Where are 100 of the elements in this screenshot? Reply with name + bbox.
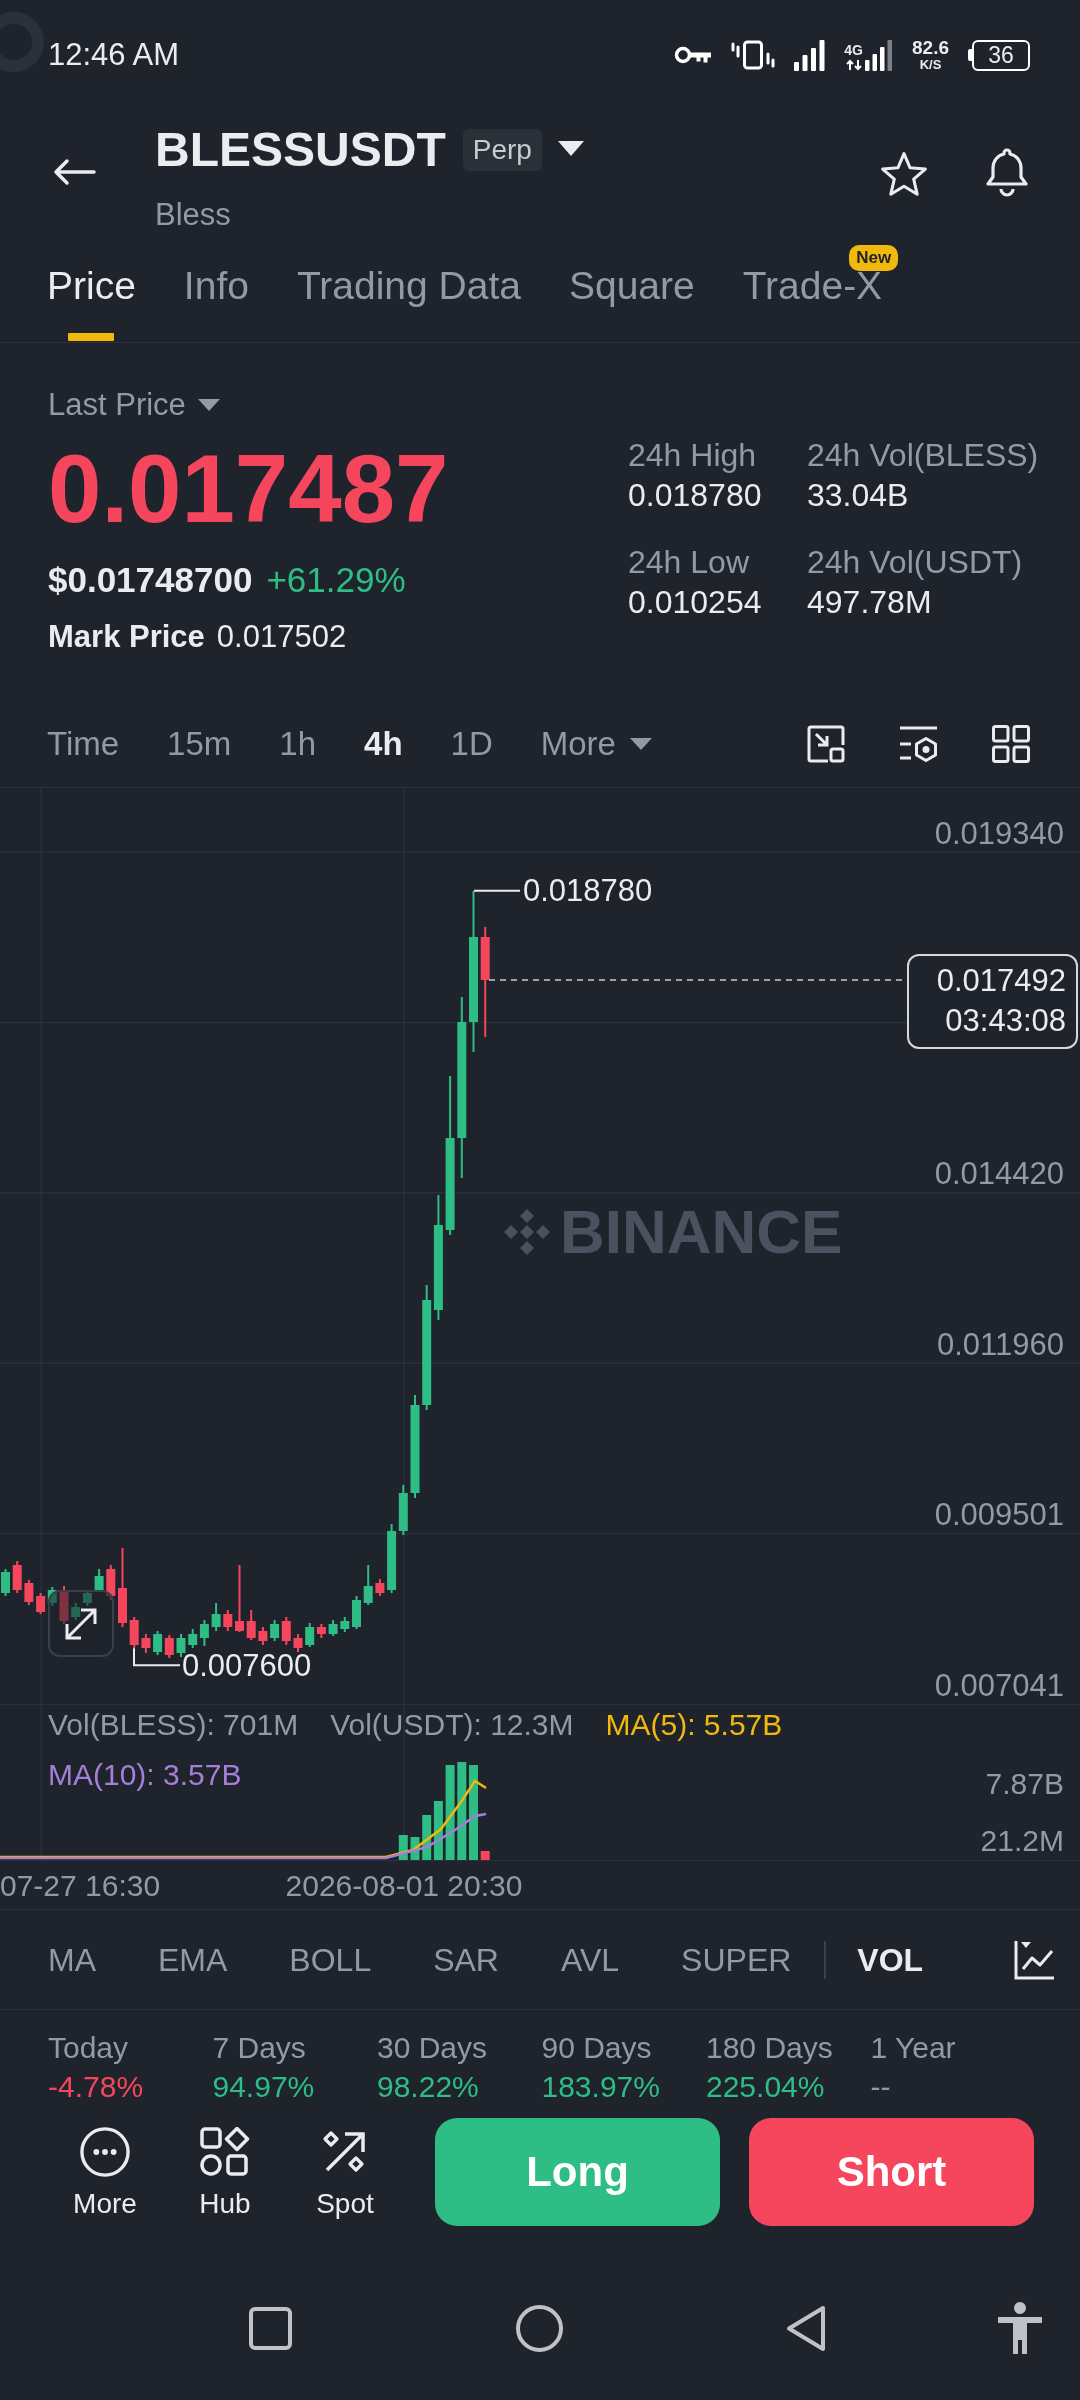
grid-icon[interactable]: [992, 724, 1030, 763]
volume-legend-item: MA(10): 3.57B: [48, 1757, 242, 1793]
interval-tab[interactable]: 4h: [364, 722, 403, 765]
speed-unit: K/S: [919, 58, 942, 72]
volume-axis-label: 21.2M: [980, 1823, 1064, 1859]
candlestick: [141, 1633, 151, 1654]
key-icon: [674, 45, 713, 65]
status-time: 12:46 AM: [48, 36, 179, 74]
battery-indicator: 36: [968, 39, 1030, 71]
last-price: 0.017487: [48, 439, 449, 539]
candlestick: [258, 1626, 268, 1646]
signal-icon: [865, 39, 893, 71]
volume-axis-label: 7.87B: [985, 1766, 1064, 1802]
indicator-tab[interactable]: SUPER: [681, 1938, 792, 1981]
price-axis-label: 0.009501: [934, 1497, 1064, 1533]
candlestick: [246, 1609, 256, 1641]
candlestick: [352, 1595, 361, 1630]
home-icon[interactable]: [516, 2304, 563, 2352]
volume-legend-item: Vol(BLESS): 701M: [48, 1707, 299, 1743]
volume-bar: [422, 1815, 432, 1860]
tab[interactable]: Price: [47, 263, 136, 341]
interval-tab[interactable]: 1h: [279, 722, 317, 765]
stat-label: 24h Vol(BLESS): [807, 436, 1039, 475]
period-change: 94.97%: [212, 2069, 315, 2105]
candlestick: [235, 1564, 244, 1633]
accessibility-icon[interactable]: [997, 2302, 1043, 2354]
candlestick: [129, 1616, 139, 1649]
candlestick: [71, 1602, 81, 1621]
time-axis-label: 07-27 16:30: [0, 1868, 161, 1904]
symbol-name: Bless: [155, 196, 231, 234]
price-type-dropdown[interactable]: Last Price: [48, 385, 220, 425]
tab[interactable]: Square: [568, 263, 695, 341]
volume-bar: [433, 1801, 443, 1860]
star-icon[interactable]: [880, 151, 928, 197]
interval-tab[interactable]: 15m: [167, 722, 232, 765]
tag-price: 0.017492: [936, 962, 1066, 1000]
price-axis-label: 0.007041: [934, 1667, 1064, 1703]
period-label: 7 Days: [212, 2030, 306, 2066]
expand-icon: [64, 1606, 98, 1641]
expand-button[interactable]: [48, 1590, 114, 1657]
candlestick: [340, 1616, 350, 1633]
vibrate-icon: [731, 40, 776, 70]
indicator-tab[interactable]: VOL: [857, 1938, 924, 1981]
caret-icon: [629, 737, 652, 750]
chart-icon[interactable]: [1014, 1939, 1055, 1980]
volume-bar: [410, 1837, 420, 1860]
symbol-title: BLESSUSDT: [155, 122, 446, 178]
contract-badge: Perp: [462, 129, 542, 171]
candlestick: [211, 1602, 221, 1632]
back-arrow-icon[interactable]: [52, 158, 96, 186]
candlestick: [12, 1560, 22, 1594]
toolbar-button[interactable]: Spot: [305, 2118, 385, 2222]
candlestick: [363, 1564, 373, 1606]
candlestick: [398, 1484, 408, 1536]
caret-icon[interactable]: [557, 140, 584, 156]
candlestick: [59, 1585, 69, 1625]
period-label: 90 Days: [541, 2030, 652, 2066]
speed-value: 82.6: [912, 38, 949, 58]
candlestick: [1, 1568, 10, 1597]
stat-value: 0.018780: [628, 476, 762, 515]
time-axis-label: 2026-08-01 20:30: [285, 1868, 523, 1904]
period-change: 98.22%: [377, 2069, 479, 2105]
volume-bar: [480, 1851, 490, 1860]
candlestick: [281, 1616, 291, 1646]
bell-icon[interactable]: [984, 148, 1030, 198]
candlestick: [47, 1586, 57, 1607]
mark-price-value: 0.017502: [216, 618, 347, 656]
more-dropdown[interactable]: More: [540, 722, 652, 765]
candlestick: [375, 1578, 385, 1597]
toolbar-button[interactable]: Hub: [185, 2118, 265, 2222]
indicator-tab[interactable]: MA: [48, 1938, 96, 1981]
indicator-tab[interactable]: SAR: [433, 1938, 499, 1981]
candlestick: [82, 1589, 92, 1607]
tab[interactable]: Trading Data: [296, 263, 521, 341]
short-button[interactable]: Short: [749, 2118, 1034, 2226]
back-icon[interactable]: [785, 2304, 826, 2352]
square-icon[interactable]: [249, 2306, 292, 2350]
candlestick: [270, 1619, 280, 1642]
price-axis-label: 0.014420: [934, 1156, 1064, 1192]
network-type: 4G: [844, 42, 863, 58]
candlestick: [188, 1628, 198, 1649]
toolbar-button[interactable]: More: [65, 2118, 145, 2222]
indicator-tab[interactable]: BOLL: [289, 1938, 372, 1981]
signal-icon: [794, 39, 826, 71]
indicator-tab[interactable]: EMA: [158, 1938, 228, 1981]
mark-price-label: Mark Price: [48, 618, 205, 656]
candlestick: [153, 1630, 163, 1656]
resize-icon[interactable]: [807, 724, 845, 763]
settings-icon[interactable]: [898, 724, 939, 763]
stat-value: 497.78M: [807, 583, 932, 622]
candlestick: [387, 1523, 397, 1594]
period-label: 30 Days: [377, 2030, 488, 2066]
interval-tab[interactable]: 1D: [450, 722, 493, 765]
tab[interactable]: Info: [183, 263, 249, 341]
new-badge: New: [849, 245, 899, 271]
interval-tab[interactable]: Time: [47, 722, 120, 765]
indicator-tab[interactable]: AVL: [560, 1938, 620, 1981]
period-label: Today: [48, 2030, 129, 2066]
volume-legend-item: MA(5): 5.57B: [605, 1707, 783, 1743]
period-change: -4.78%: [48, 2069, 144, 2105]
